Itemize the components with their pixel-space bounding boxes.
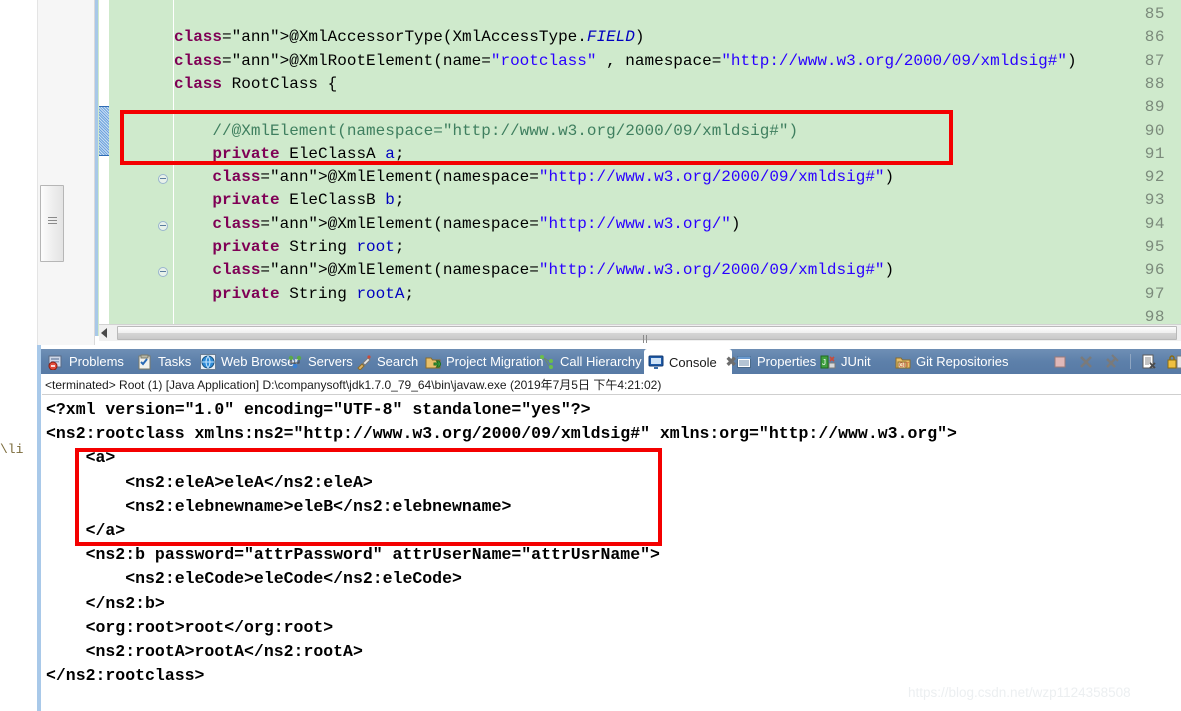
editor-horizontal-scrollbar[interactable] [99,324,1181,361]
tab-label: Properties [757,354,817,369]
editor-change-marker[interactable] [99,106,109,156]
scrollbar-grip-icon [48,217,57,226]
tab-junit[interactable]: J JUnit [816,349,886,374]
tab-properties[interactable]: Properties [732,349,816,374]
console-line: <a> [46,448,116,468]
console-line: <org:root>root</org:root> [46,617,334,637]
left-margin [0,0,37,711]
code-line[interactable]: class="ann">@XmlElement(namespace="http:… [174,168,894,186]
console-icon [648,354,664,370]
tab-web-browser[interactable]: Web Browser [196,349,299,374]
code-line[interactable]: private String rootA; [174,285,414,303]
console-line: <?xml version="1.0" encoding="UTF-8" sta… [46,400,591,419]
tab-label: JUnit [841,354,871,369]
junit-icon: J [820,354,836,370]
line-number: 93 [1144,191,1165,210]
document-icon[interactable] [1141,354,1157,370]
toolbar-divider [1130,354,1131,369]
console-line: </a> [46,521,126,540]
tasks-icon [137,354,153,370]
tab-problems[interactable]: Problems [44,349,130,374]
console-line: <ns2:eleCode>eleCode</ns2:eleCode> [46,569,462,589]
tab-tasks[interactable]: Tasks [133,349,193,374]
tab-label: Project Migration [446,354,544,369]
tab-label: Call Hierarchy [560,354,642,369]
tab-label: Console [669,354,717,370]
line-number: 92 [1144,168,1165,187]
code-line[interactable]: //@XmlElement(namespace="http://www.w3.o… [174,122,798,140]
console-line: <ns2:elebnewname>eleB</ns2:elebnewname> [46,496,512,516]
tab-label: Search [377,354,419,369]
line-number: 96 [1144,261,1165,280]
tab-git-repositories[interactable]: GIT Git Repositories [891,349,1016,374]
remove-all-x-icon[interactable] [1104,353,1120,370]
line-number: 95 [1144,238,1165,256]
tab-servers[interactable]: Servers [283,349,353,374]
line-number: 89 [1144,98,1165,117]
line-number: 91 [1144,144,1165,163]
stop-square-icon[interactable] [1052,354,1068,370]
search-icon [356,354,372,371]
servers-icon [287,354,303,370]
code-line[interactable]: private EleClassA a; [174,145,404,163]
console-line: <ns2:eleA>eleA</ns2:eleA> [46,472,373,492]
line-number: 87 [1144,51,1165,70]
console-output[interactable]: <?xml version="1.0" encoding="UTF-8" sta… [42,396,1181,711]
scroll-left-arrow-icon[interactable] [101,328,107,338]
tab-label: Servers [308,354,353,369]
line-number: 86 [1144,28,1165,47]
tab-project-migration[interactable]: Project Migration [421,349,544,374]
console-line: </ns2:rootclass> [46,666,205,686]
tab-search[interactable]: Search [352,349,418,374]
console-line: <ns2:b password="attrPassword" attrUserN… [46,545,660,565]
console-line: </ns2:b> [46,593,165,613]
svg-text:GIT: GIT [899,363,909,369]
console-line: <ns2:rootclass xmlns:ns2="http://www.w3.… [46,424,957,444]
remove-x-icon[interactable] [1078,354,1094,370]
project-migration-icon [425,354,442,370]
console-status-line: <terminated> Root (1) [Java Application]… [42,375,1181,395]
lock-icon[interactable] [1167,354,1181,370]
fold-collapse-icon[interactable] [158,220,168,231]
tab-call-hierarchy[interactable]: Call Hierarchy [535,349,642,374]
eclipse-window: \li class="ann">@XmlAccessorType(XmlAcce… [0,0,1181,711]
editor-horizontal-scrollbar-thumb[interactable] [117,326,1177,361]
web-browser-icon [200,353,216,370]
code-line[interactable]: class RootClass { [174,75,337,93]
problems-icon [48,354,64,370]
code-line[interactable]: private EleClassB b; [174,191,404,209]
scrollbar-grip-icon [643,330,651,361]
console-line: <ns2:rootA>rootA</ns2:rootA> [46,642,363,661]
tab-console[interactable]: Console ✖ [644,349,737,375]
git-repositories-icon: GIT [895,354,911,370]
tab-label: Problems [69,354,124,369]
editor-vertical-scrollbar-thumb[interactable] [40,185,64,262]
code-line[interactable]: private String root; [174,238,404,256]
tab-label: Tasks [158,354,192,369]
code-line[interactable]: class="ann">@XmlElement(namespace="http:… [174,215,740,233]
line-number: 88 [1144,74,1165,93]
line-number: 97 [1144,284,1165,303]
code-line[interactable]: class="ann">@XmlAccessorType(XmlAccessTy… [174,28,645,46]
line-number: 90 [1144,121,1165,140]
tab-label: Git Repositories [916,354,1009,369]
code-line[interactable]: class="ann">@XmlRootElement(name="rootcl… [174,52,1077,70]
editor-code-area[interactable]: class="ann">@XmlAccessorType(XmlAccessTy… [174,0,1181,324]
console-toolbar [1052,352,1181,371]
code-line[interactable]: class="ann">@XmlElement(namespace="http:… [174,261,894,279]
svg-text:J: J [822,358,826,367]
line-number: 85 [1144,5,1165,23]
line-number: 94 [1144,214,1165,233]
properties-icon [736,354,752,370]
left-text-fragment: \li [0,442,24,457]
watermark: https://blog.csdn.net/wzp1124358508 [908,685,1131,700]
editor-annotation-column[interactable] [99,0,109,324]
call-hierarchy-icon [539,354,555,370]
